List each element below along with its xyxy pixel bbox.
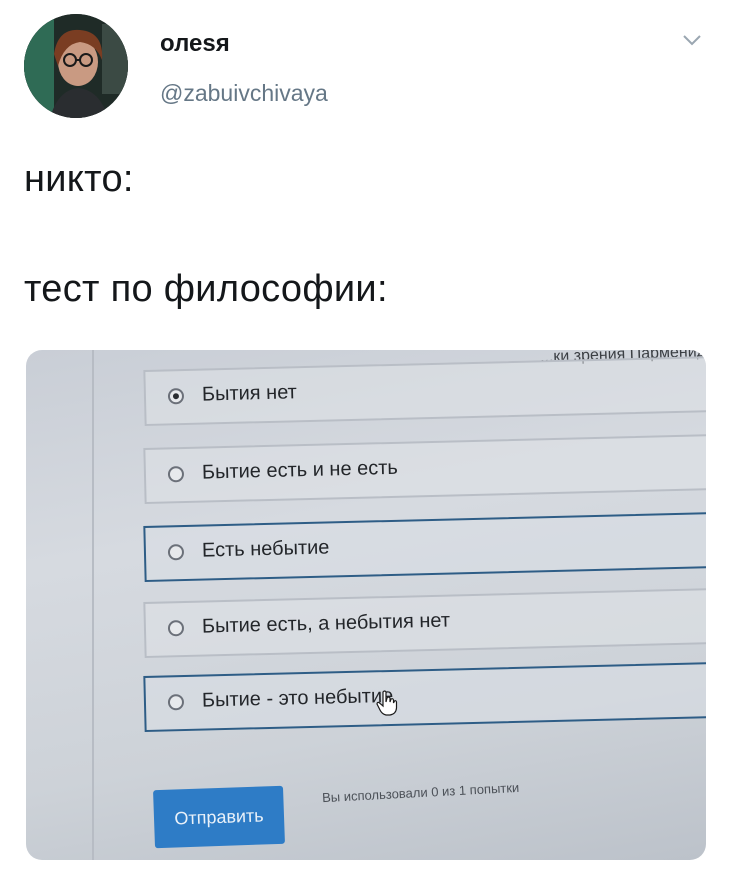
option-label: Есть небытие <box>201 536 330 562</box>
submit-button[interactable]: Отправить <box>153 785 285 849</box>
answer-option[interactable]: Бытие есть и не есть <box>143 433 706 504</box>
option-label: Бытие есть и не есть <box>201 456 399 484</box>
display-name[interactable]: олеsя <box>160 30 230 58</box>
tweet-header: олеsя @zabuivchivaya <box>0 0 730 130</box>
tweet-text-line-1: никто: <box>24 158 134 200</box>
photo-screen: ...ки зрения Парменид Бытия нет Бытие ес… <box>26 350 706 860</box>
radio-button[interactable] <box>167 466 185 483</box>
radio-button[interactable] <box>167 694 185 711</box>
answer-option[interactable]: Бытие - это небытие <box>143 661 706 732</box>
divider <box>92 350 94 860</box>
tweet-photo[interactable]: ...ки зрения Парменид Бытия нет Бытие ес… <box>26 350 706 860</box>
option-label: Бытие - это небытие <box>201 684 394 712</box>
option-label: Бытия нет <box>201 381 298 406</box>
chevron-down-icon[interactable] <box>680 30 704 50</box>
answer-option[interactable]: Есть небытие <box>143 511 706 582</box>
answer-option[interactable]: Бытия нет <box>143 355 706 426</box>
radio-button[interactable] <box>167 620 185 637</box>
radio-button[interactable] <box>167 388 185 405</box>
hand-cursor-icon <box>376 690 398 716</box>
option-label: Бытие есть, а небытия нет <box>201 609 451 638</box>
attempts-text: Вы использовали 0 из 1 попытки <box>321 779 520 806</box>
avatar[interactable] <box>24 14 128 118</box>
tweet-text-line-2: тест по философии: <box>24 268 388 310</box>
answer-option[interactable]: Бытие есть, а небытия нет <box>143 587 706 658</box>
avatar-photo <box>24 14 128 118</box>
user-handle[interactable]: @zabuivchivaya <box>160 80 328 107</box>
radio-button[interactable] <box>167 544 185 561</box>
